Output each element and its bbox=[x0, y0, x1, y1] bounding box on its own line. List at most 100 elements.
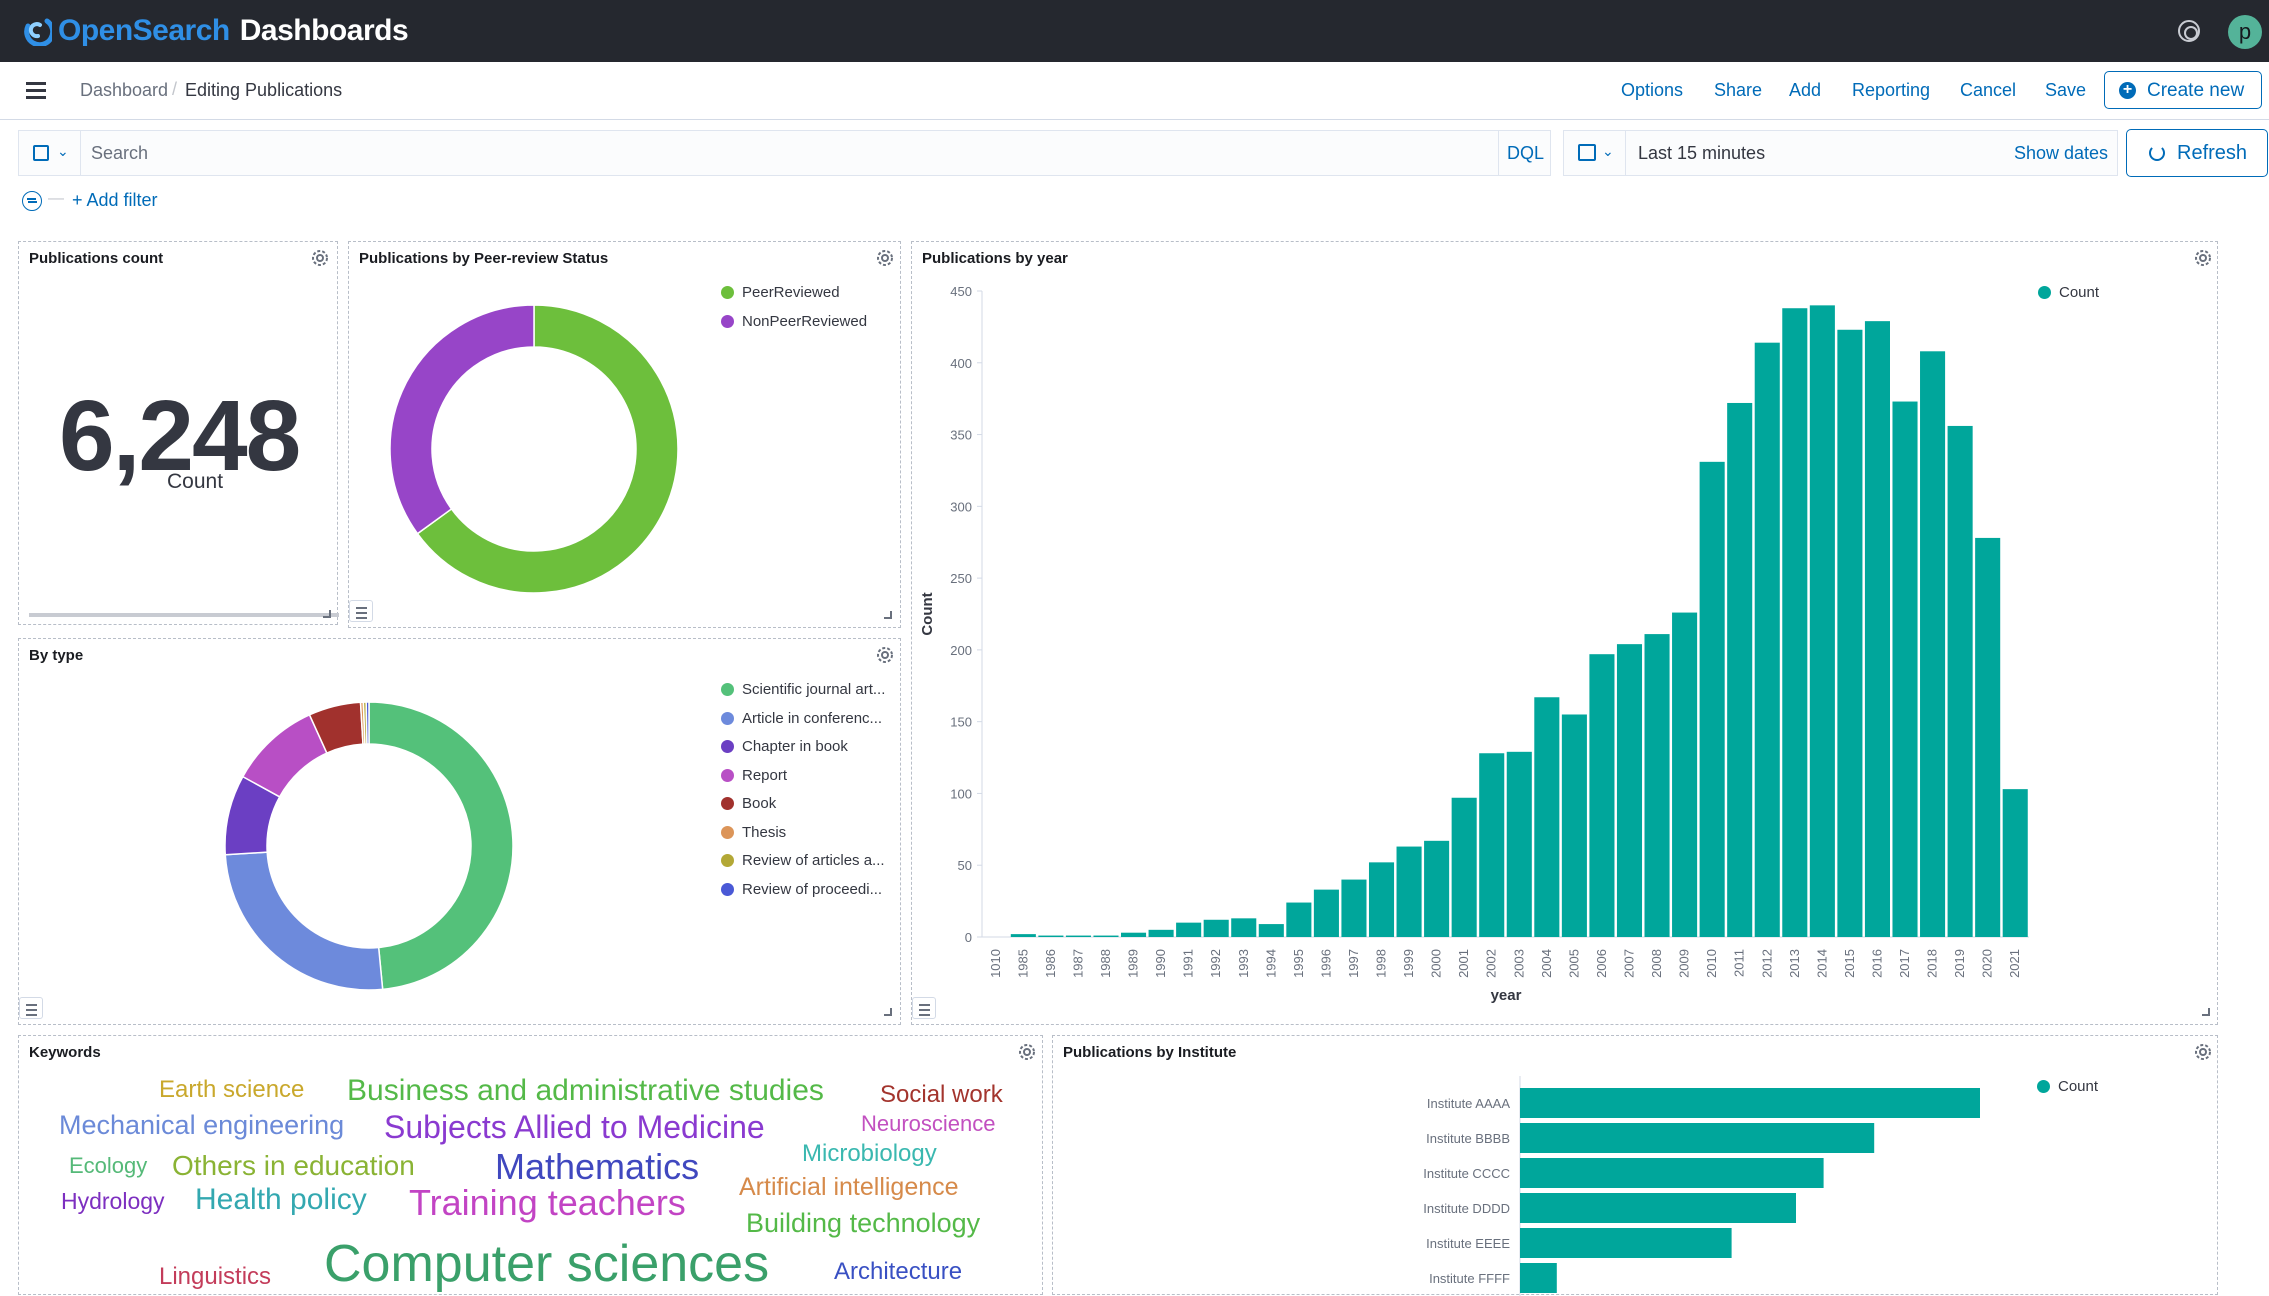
bar-1991[interactable] bbox=[1176, 922, 1202, 937]
legend-item[interactable]: Report bbox=[721, 767, 787, 784]
breadcrumb-dashboard[interactable]: Dashboard bbox=[80, 80, 168, 101]
help-icon[interactable] bbox=[2178, 20, 2200, 42]
bar-1986[interactable] bbox=[1038, 935, 1064, 937]
panel-scrollbar[interactable] bbox=[29, 613, 339, 617]
legend-toggle-icon[interactable] bbox=[19, 997, 43, 1019]
keyword-tag[interactable]: Training teachers bbox=[409, 1182, 686, 1224]
bar-2018[interactable] bbox=[1920, 351, 1946, 937]
legend-toggle-icon[interactable] bbox=[349, 600, 373, 622]
bar-2003[interactable] bbox=[1506, 751, 1532, 937]
keyword-tag[interactable]: Microbiology bbox=[802, 1140, 937, 1168]
bar-institute-aaaa[interactable] bbox=[1520, 1088, 1980, 1118]
bar-2012[interactable] bbox=[1754, 342, 1780, 937]
keyword-tag[interactable]: Mechanical engineering bbox=[59, 1110, 344, 1141]
legend-item[interactable]: Book bbox=[721, 795, 776, 812]
bar-2015[interactable] bbox=[1837, 329, 1863, 937]
refresh-button[interactable]: Refresh bbox=[2126, 129, 2268, 177]
bar-2008[interactable] bbox=[1644, 634, 1670, 937]
legend-count[interactable]: Count bbox=[2038, 284, 2099, 301]
bar-1985[interactable] bbox=[1010, 934, 1036, 937]
cancel-link[interactable]: Cancel bbox=[1960, 80, 2016, 101]
bar-2014[interactable] bbox=[1809, 305, 1835, 937]
filter-icon[interactable] bbox=[22, 191, 42, 211]
keyword-tag[interactable]: Others in education bbox=[172, 1150, 415, 1182]
legend-item[interactable]: Review of proceedi... bbox=[721, 881, 882, 898]
donut-slice-nonpeerreviewed[interactable] bbox=[389, 304, 535, 535]
donut-slice-review-of-proceedi[interactable] bbox=[365, 701, 370, 745]
bar-1990[interactable] bbox=[1148, 929, 1174, 937]
bar-2020[interactable] bbox=[1975, 537, 2001, 937]
bar-institute-dddd[interactable] bbox=[1520, 1193, 1796, 1223]
legend-item[interactable]: Chapter in book bbox=[721, 738, 848, 755]
resize-handle[interactable] bbox=[323, 610, 331, 618]
bar-institute-cccc[interactable] bbox=[1520, 1158, 1824, 1188]
reporting-link[interactable]: Reporting bbox=[1852, 80, 1930, 101]
legend-toggle-icon[interactable] bbox=[912, 997, 936, 1019]
time-range[interactable]: Last 15 minutes bbox=[1638, 143, 1765, 164]
save-link[interactable]: Save bbox=[2045, 80, 2086, 101]
bar-1994[interactable] bbox=[1258, 924, 1284, 937]
keyword-tag[interactable]: Neuroscience bbox=[861, 1111, 996, 1137]
legend-count[interactable]: Count bbox=[2037, 1078, 2098, 1095]
bar-2016[interactable] bbox=[1864, 321, 1890, 937]
gear-icon[interactable] bbox=[309, 247, 331, 269]
bar-1996[interactable] bbox=[1313, 889, 1339, 937]
resize-handle[interactable] bbox=[884, 611, 892, 619]
bar-institute-eeee[interactable] bbox=[1520, 1228, 1732, 1258]
bar-2019[interactable] bbox=[1947, 425, 1973, 937]
legend-non-peer-reviewed[interactable]: NonPeerReviewed bbox=[721, 313, 867, 330]
bar-1995[interactable] bbox=[1286, 902, 1312, 937]
bar-institute-ffff[interactable] bbox=[1520, 1263, 1557, 1293]
opensearch-logo[interactable]: OpenSearch Dashboards bbox=[22, 12, 409, 50]
legend-item[interactable]: Review of articles a... bbox=[721, 852, 885, 869]
bar-2021[interactable] bbox=[2002, 789, 2028, 937]
keyword-tag[interactable]: Computer sciences bbox=[324, 1234, 769, 1294]
legend-item[interactable]: Thesis bbox=[721, 824, 786, 841]
show-dates-link[interactable]: Show dates bbox=[2014, 143, 2108, 164]
keyword-tag[interactable]: Hydrology bbox=[61, 1188, 165, 1215]
bar-2005[interactable] bbox=[1561, 714, 1587, 937]
bar-1992[interactable] bbox=[1203, 919, 1229, 937]
saved-query-button[interactable]: ⌄ bbox=[19, 131, 81, 175]
search-input[interactable]: Search bbox=[91, 143, 148, 164]
legend-item[interactable]: Article in conferenc... bbox=[721, 710, 882, 727]
bar-2010[interactable] bbox=[1699, 461, 1725, 937]
donut-slice-scientific-journal-art[interactable] bbox=[368, 701, 514, 991]
keyword-tag[interactable]: Architecture bbox=[834, 1258, 962, 1286]
legend-item[interactable]: Scientific journal art... bbox=[721, 681, 885, 698]
bar-1993[interactable] bbox=[1231, 918, 1257, 937]
bar-2001[interactable] bbox=[1451, 797, 1477, 937]
keyword-tag[interactable]: Artificial intelligence bbox=[739, 1173, 959, 1202]
keyword-tag[interactable]: Health policy bbox=[195, 1183, 367, 1217]
bar-2000[interactable] bbox=[1424, 840, 1450, 937]
quick-menu-button[interactable]: ⌄ bbox=[1564, 131, 1626, 175]
bar-2009[interactable] bbox=[1672, 612, 1698, 937]
donut-slice-article-in-conferenc[interactable] bbox=[224, 851, 384, 991]
keyword-tag[interactable]: Social work bbox=[880, 1081, 1003, 1109]
bar-1988[interactable] bbox=[1093, 935, 1119, 937]
keyword-tag[interactable]: Building technology bbox=[746, 1208, 980, 1239]
legend-peer-reviewed[interactable]: PeerReviewed bbox=[721, 284, 840, 301]
bar-2013[interactable] bbox=[1782, 308, 1808, 937]
menu-icon[interactable] bbox=[26, 82, 48, 100]
resize-handle[interactable] bbox=[2202, 1008, 2210, 1016]
bar-1998[interactable] bbox=[1368, 862, 1395, 937]
gear-icon[interactable] bbox=[1016, 1041, 1038, 1063]
bar-2004[interactable] bbox=[1534, 697, 1560, 937]
bar-2011[interactable] bbox=[1727, 402, 1753, 937]
bar-1987[interactable] bbox=[1065, 935, 1091, 937]
share-link[interactable]: Share bbox=[1714, 80, 1762, 101]
create-new-button[interactable]: + Create new bbox=[2104, 71, 2262, 109]
bar-institute-bbbb[interactable] bbox=[1520, 1123, 1875, 1153]
bar-2017[interactable] bbox=[1892, 401, 1918, 937]
bar-2006[interactable] bbox=[1589, 654, 1615, 937]
resize-handle[interactable] bbox=[884, 1008, 892, 1016]
bar-1989[interactable] bbox=[1121, 932, 1147, 937]
add-link[interactable]: Add bbox=[1789, 80, 1821, 101]
bar-2002[interactable] bbox=[1479, 753, 1505, 937]
keyword-tag[interactable]: Linguistics bbox=[159, 1263, 271, 1291]
keyword-tag[interactable]: Subjects Allied to Medicine bbox=[384, 1109, 765, 1146]
keyword-tag[interactable]: Ecology bbox=[69, 1153, 147, 1179]
keyword-tag[interactable]: Earth science bbox=[159, 1076, 304, 1104]
bar-1997[interactable] bbox=[1341, 879, 1367, 937]
